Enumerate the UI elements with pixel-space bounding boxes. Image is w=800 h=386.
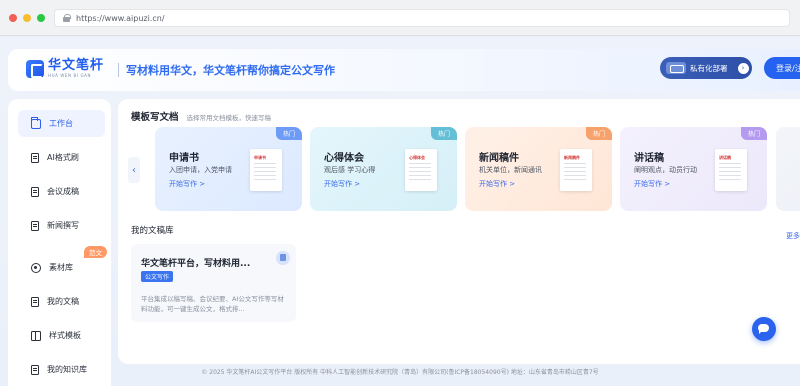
hot-badge: 热门 <box>740 127 767 140</box>
document-status-icon <box>276 251 290 265</box>
document-icon <box>31 186 39 197</box>
template-card-speech[interactable]: 热门 讲话稿 阐明观点，动员行动 开始写作 > 讲话稿 <box>620 127 767 211</box>
templates-header: 模板写文档 选择常用文档模板，快速写稿 <box>131 109 271 123</box>
window-controls <box>9 14 45 22</box>
header-slogan: 写材料用华文，华文笔杆帮你搞定公文写作 <box>126 64 335 77</box>
card-title: 申请书 <box>169 153 199 164</box>
start-writing-link[interactable]: 开始写作 > <box>324 179 360 189</box>
server-icon <box>666 62 686 74</box>
logo[interactable]: 华文笔杆 HUA WEN BI GAN <box>26 59 104 78</box>
section-title: 模板写文档 <box>131 112 179 123</box>
document-preview-icon: 心得体会 <box>401 149 437 195</box>
document-preview-icon: 申请书 <box>246 149 282 195</box>
template-card-reflection[interactable]: 热门 心得体会 观后感 学习心得 开始写作 > 心得体会 <box>310 127 457 211</box>
login-button[interactable]: 登录/注册 <box>764 57 800 79</box>
chat-support-button[interactable] <box>752 317 776 341</box>
card-title: 讲话稿 <box>634 153 664 164</box>
logo-name: 华文笔杆 <box>48 58 105 73</box>
start-writing-link[interactable]: 开始写作 > <box>169 179 205 189</box>
document-preview-icon: 讲话稿 <box>711 149 747 195</box>
private-deploy-label: 私有化部署 <box>690 63 728 73</box>
preview-title: 新闻稿件 <box>564 155 580 160</box>
grid-icon <box>31 330 41 341</box>
card-description: 阐明观点，动员行动 <box>634 166 697 174</box>
browser-chrome: https://www.aipuzi.cn/ <box>0 0 800 36</box>
sidebar-item-label: AI格式刷 <box>47 153 79 162</box>
private-deploy-button[interactable]: 私有化部署 › <box>660 57 752 79</box>
sidebar-item-label: 我的文稿 <box>47 297 79 306</box>
card-description: 观后感 学习心得 <box>324 166 376 174</box>
preview-title: 讲话稿 <box>719 155 731 160</box>
hot-badge: 热门 <box>585 127 612 140</box>
sidebar-item-label: 新闻撰写 <box>47 221 79 230</box>
folder-icon <box>31 116 41 129</box>
footer-text: © 2025 华文笔杆AI公文写作平台 版权所有 中科人工智能创新技术研究院（青… <box>201 369 599 376</box>
card-description: 入团申请，入党申请 <box>169 166 232 174</box>
card-title: 新闻稿件 <box>479 153 519 164</box>
sidebar-item-label: 会议成稿 <box>47 187 79 196</box>
document-tag: 公文写作 <box>141 271 174 282</box>
start-writing-link[interactable]: 开始写作 > <box>479 179 515 189</box>
section-subtitle: 选择常用文档模板，快速写稿 <box>186 114 272 122</box>
carousel-prev-button[interactable]: ‹ <box>128 157 140 183</box>
preview-title: 心得体会 <box>409 155 425 160</box>
minimize-window-button[interactable] <box>23 14 31 22</box>
sidebar-item-label: 工作台 <box>49 119 73 128</box>
more-link[interactable]: 更多 <box>786 231 800 241</box>
arrow-right-icon: › <box>737 62 749 74</box>
sidebar-item-workbench[interactable]: 工作台 <box>18 110 105 137</box>
url-text: https://www.aipuzi.cn/ <box>76 13 165 23</box>
template-card-news[interactable]: 热门 新闻稿件 机关单位，新闻通讯 开始写作 > 新闻稿件 <box>465 127 612 211</box>
maximize-window-button[interactable] <box>37 14 45 22</box>
sidebar-item-news-writing[interactable]: 新闻撰写 <box>18 212 105 239</box>
close-window-button[interactable] <box>9 14 17 22</box>
main-panel: 模板写文档 选择常用文档模板，快速写稿 ‹ 热门 申请书 入团申请，入党申请 开… <box>118 99 800 364</box>
sidebar: 工作台 AI格式刷 会议成稿 新闻撰写 素材库 范文 我的文稿 样式模板 我的知… <box>8 99 111 386</box>
site-header: 华文笔杆 HUA WEN BI GAN 写材料用华文，华文笔杆帮你搞定公文写作 … <box>8 49 800 91</box>
hot-badge: 热门 <box>275 127 302 140</box>
logo-mark-icon <box>26 59 44 78</box>
circle-icon <box>31 262 41 273</box>
sample-badge: 范文 <box>84 246 107 258</box>
document-description: 平台集成以稿写稿、会议纪要、AI公文写作等写材料功能，可一键生成公文，格式排..… <box>141 295 284 313</box>
document-icon <box>31 152 39 163</box>
lock-icon <box>63 14 71 22</box>
template-card-application[interactable]: 热门 申请书 入团申请，入党申请 开始写作 > 申请书 <box>155 127 302 211</box>
library-title: 我的文稿库 <box>131 226 174 236</box>
document-title: 华文笔杆平台，写材料用... <box>141 259 251 269</box>
sidebar-item-meeting-draft[interactable]: 会议成稿 <box>18 178 105 205</box>
document-icon <box>31 220 39 231</box>
preview-title: 申请书 <box>254 155 266 160</box>
sidebar-item-style-templates[interactable]: 样式模板 <box>18 322 105 349</box>
document-icon <box>31 296 39 307</box>
card-title: 心得体会 <box>324 153 364 164</box>
sidebar-item-my-drafts[interactable]: 我的文稿 <box>18 288 105 315</box>
header-divider <box>118 63 119 77</box>
sidebar-item-label: 样式模板 <box>49 331 81 340</box>
document-card[interactable]: 华文笔杆平台，写材料用... 公文写作 平台集成以稿写稿、会议纪要、AI公文写作… <box>131 244 296 322</box>
template-card-partial[interactable] <box>776 127 800 211</box>
card-description: 机关单位，新闻通讯 <box>479 166 542 174</box>
address-bar[interactable]: https://www.aipuzi.cn/ <box>54 9 790 27</box>
logo-subtitle: HUA WEN BI GAN <box>48 73 92 78</box>
sidebar-item-materials[interactable]: 素材库 范文 <box>18 246 107 281</box>
start-writing-link[interactable]: 开始写作 > <box>634 179 670 189</box>
page: 华文笔杆 HUA WEN BI GAN 写材料用华文，华文笔杆帮你搞定公文写作 … <box>0 37 800 386</box>
hot-badge: 热门 <box>430 127 457 140</box>
sidebar-item-ai-format[interactable]: AI格式刷 <box>18 144 105 171</box>
document-preview-icon: 新闻稿件 <box>556 149 592 195</box>
sidebar-item-label: 素材库 <box>49 263 73 272</box>
